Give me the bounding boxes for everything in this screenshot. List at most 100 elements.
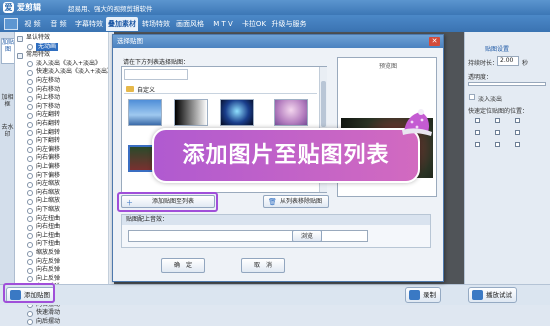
item-checkbox[interactable] xyxy=(27,181,33,188)
item-label: 向右移动 xyxy=(36,85,61,93)
item-checkbox[interactable] xyxy=(27,78,33,85)
side-tab-frame[interactable]: 加相框 xyxy=(1,94,14,120)
item-checkbox[interactable] xyxy=(27,112,33,119)
dialog-title: 选择贴图 xyxy=(113,35,443,48)
record-button[interactable]: 录制 xyxy=(405,287,441,303)
remove-from-list-button[interactable]: 🗑 从列表移除贴图 xyxy=(263,195,329,208)
item-label: 快速滑动 xyxy=(36,309,61,317)
item-checkbox[interactable] xyxy=(27,173,33,180)
opacity-label: 透明度： xyxy=(468,74,493,81)
bottom-toolbar: 添加贴图 录制 播放试试 xyxy=(0,284,550,305)
item-checkbox[interactable] xyxy=(27,87,33,94)
item-checkbox[interactable] xyxy=(27,319,33,326)
sticker-thumbnail[interactable] xyxy=(220,99,254,126)
position-mid-left[interactable] xyxy=(475,130,480,135)
sticker-thumbnail[interactable] xyxy=(274,99,308,126)
item-checkbox[interactable] xyxy=(27,267,33,274)
duration-input[interactable]: 2.00 xyxy=(497,56,519,66)
item-checkbox[interactable] xyxy=(27,95,33,102)
item-checkbox[interactable] xyxy=(27,44,33,51)
position-top-left[interactable] xyxy=(475,118,480,123)
ok-button[interactable]: 确 定 xyxy=(161,258,205,273)
position-center[interactable] xyxy=(495,130,500,135)
tab-filter[interactable]: 画面风格 xyxy=(174,17,206,31)
group-checkbox[interactable] xyxy=(17,35,23,42)
tab-overlay[interactable]: 叠加素材 xyxy=(106,17,138,31)
tab-video[interactable]: 视 频 xyxy=(21,17,44,31)
position-mid-right[interactable] xyxy=(515,130,520,135)
item-checkbox[interactable] xyxy=(27,233,33,240)
position-bottom-center[interactable] xyxy=(495,142,500,147)
item-checkbox[interactable] xyxy=(27,207,33,214)
preview-effect-label: 播放试试 xyxy=(486,291,512,299)
item-checkbox[interactable] xyxy=(27,224,33,231)
item-label: 向上缩放 xyxy=(36,197,61,205)
position-bottom-right[interactable] xyxy=(515,142,520,147)
tab-subtitle[interactable]: 字幕特效 xyxy=(73,17,105,31)
item-label: 向右反弹 xyxy=(36,266,61,274)
item-checkbox[interactable] xyxy=(27,69,33,76)
record-icon xyxy=(409,290,420,300)
tab-transition[interactable]: 转场特效 xyxy=(140,17,172,31)
home-tab-icon[interactable] xyxy=(4,18,18,30)
side-tab-label: 去水印 xyxy=(1,124,14,138)
side-tab-label: 加贴图 xyxy=(2,39,15,53)
tab-audio[interactable]: 音 频 xyxy=(47,17,70,31)
item-checkbox[interactable] xyxy=(27,130,33,137)
position-top-right[interactable] xyxy=(515,118,520,123)
side-tab-sticker[interactable]: 加贴图 xyxy=(1,38,14,64)
item-checkbox[interactable] xyxy=(27,310,33,317)
item-label: 向左缩放 xyxy=(36,180,61,188)
browse-button[interactable]: 浏览 xyxy=(292,230,322,242)
close-icon[interactable]: ✕ xyxy=(429,37,440,46)
scrollbar-thumb[interactable] xyxy=(321,81,326,127)
item-checkbox[interactable] xyxy=(27,104,33,111)
tab-upgrade[interactable]: 升级与服务 xyxy=(270,17,308,31)
item-checkbox[interactable] xyxy=(27,276,33,283)
add-sticker-highlight xyxy=(3,283,55,303)
audio-path-input[interactable] xyxy=(128,230,368,242)
sticker-category-select[interactable] xyxy=(124,69,188,80)
item-label: 向右翻转 xyxy=(36,120,61,127)
position-top-center[interactable] xyxy=(495,118,500,123)
item-checkbox[interactable] xyxy=(27,216,33,223)
item-label: 向下扭曲 xyxy=(36,240,61,248)
dialog-hint: 请在下方列表选择贴图： xyxy=(123,59,190,66)
title-bar: 爱 爱剪辑 超易用、强大的视频剪辑软件 xyxy=(0,0,550,15)
item-label: 向左移动 xyxy=(36,77,61,84)
item-checkbox[interactable] xyxy=(27,61,33,68)
tab-mtv[interactable]: M T V xyxy=(208,17,238,31)
fade-checkbox[interactable] xyxy=(469,94,475,100)
settings-title: 贴图设置 xyxy=(485,46,510,53)
item-checkbox[interactable] xyxy=(27,198,33,205)
item-checkbox[interactable] xyxy=(27,155,33,162)
sticker-audio-group: 贴图配上音效： 浏览 xyxy=(121,214,431,248)
item-label: 向下偏移 xyxy=(36,171,61,179)
item-checkbox[interactable] xyxy=(27,190,33,197)
preview-effect-button[interactable]: 播放试试 xyxy=(468,287,517,303)
audio-header: 贴图配上音效： xyxy=(122,215,430,225)
item-label: 向下缩放 xyxy=(36,206,61,213)
item-checkbox[interactable] xyxy=(27,250,33,257)
item-label: 向下翻转 xyxy=(36,137,61,145)
group-checkbox[interactable] xyxy=(17,52,23,59)
item-checkbox[interactable] xyxy=(27,147,33,154)
sticker-folder-header[interactable]: 自定义 xyxy=(124,84,317,94)
item-label: 快速淡入淡出《淡入+淡出》 xyxy=(36,68,114,76)
item-checkbox[interactable] xyxy=(27,259,33,266)
app-logo-icon: 爱 xyxy=(3,2,14,13)
main-tabs: 视 频 音 频 字幕特效 叠加素材 转场特效 画面风格 M T V 卡拉OK 升… xyxy=(0,15,550,32)
item-checkbox[interactable] xyxy=(27,164,33,171)
tab-karaoke[interactable]: 卡拉OK xyxy=(240,17,268,31)
add-to-list-highlight xyxy=(117,192,218,212)
position-bottom-left[interactable] xyxy=(475,142,480,147)
opacity-slider[interactable] xyxy=(468,82,546,86)
group-label: 显认特效 xyxy=(26,34,51,41)
cancel-button[interactable]: 取 消 xyxy=(241,258,285,273)
side-tab-watermark[interactable]: 去水印 xyxy=(1,124,14,150)
item-checkbox[interactable] xyxy=(27,241,33,248)
sticker-thumbnail[interactable] xyxy=(128,99,162,126)
sticker-thumbnail[interactable] xyxy=(174,99,208,126)
item-checkbox[interactable] xyxy=(27,121,33,128)
item-checkbox[interactable] xyxy=(27,138,33,145)
